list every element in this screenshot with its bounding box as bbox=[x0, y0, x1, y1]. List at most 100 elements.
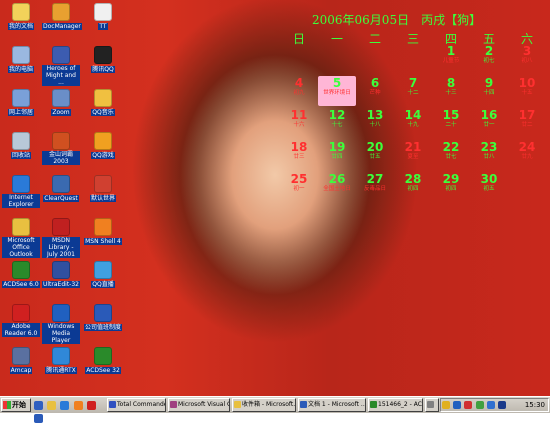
desktop-icon[interactable]: MSDN Library - July 2001 bbox=[42, 218, 80, 258]
calendar-lunar-label: 初八 bbox=[521, 58, 533, 64]
word-quick-icon[interactable] bbox=[34, 414, 43, 423]
calendar-day-number: 17 bbox=[518, 108, 536, 122]
calendar-day[interactable]: 8 十三 bbox=[432, 76, 470, 106]
taskbar-button[interactable]: Microsoft Visual C... bbox=[168, 398, 230, 412]
calendar-day[interactable]: 1 儿童节 bbox=[432, 44, 470, 74]
calendar-day[interactable]: 4 初九 bbox=[280, 76, 318, 106]
calendar-day[interactable]: 18 廿三 bbox=[280, 140, 318, 170]
calendar-day[interactable]: 19 廿四 bbox=[318, 140, 356, 170]
calendar-lunar-label: 初五 bbox=[483, 186, 495, 192]
calendar-day[interactable]: 30 初五 bbox=[470, 172, 508, 202]
calendar-lunar-label: 初一 bbox=[293, 186, 305, 192]
calendar-day[interactable]: 20 廿五 bbox=[356, 140, 394, 170]
outlook-quick-icon[interactable] bbox=[47, 401, 57, 410]
calendar-day[interactable]: 23 廿八 bbox=[470, 140, 508, 170]
calendar-day[interactable]: 12 十七 bbox=[318, 108, 356, 138]
calendar-day[interactable]: 26 全国土地日 bbox=[318, 172, 356, 202]
media-player-icon bbox=[52, 304, 70, 322]
tray-msn-icon[interactable] bbox=[486, 401, 495, 409]
tray-input-method-icon[interactable] bbox=[498, 401, 507, 409]
calendar-day[interactable]: 29 初四 bbox=[432, 172, 470, 202]
desktop-icon[interactable]: MSN Shell 4 bbox=[84, 218, 122, 245]
taskbar-button[interactable]: 151466_2 - ACDS... bbox=[368, 398, 423, 412]
desktop-icon[interactable]: 腾讯QQ bbox=[84, 46, 122, 73]
desktop-icon[interactable]: ClearQuest bbox=[42, 175, 80, 202]
calendar-day-number: 3 bbox=[522, 44, 532, 58]
desktop-icon[interactable]: ACDSee 32 bbox=[84, 347, 122, 374]
calendar-day[interactable]: 28 初四 bbox=[394, 172, 432, 202]
calendar-day[interactable]: 14 十九 bbox=[394, 108, 432, 138]
tray-volume-icon[interactable] bbox=[475, 401, 484, 409]
calendar-day-number: 26 bbox=[328, 172, 346, 186]
calendar-day[interactable]: 7 十二 bbox=[394, 76, 432, 106]
desktop-icon-label: Windows Media Player bbox=[42, 323, 80, 344]
desktop-icon[interactable]: TT bbox=[84, 3, 122, 30]
tray-qq-icon[interactable] bbox=[442, 401, 450, 409]
qq-game-icon bbox=[94, 132, 112, 150]
calendar-day[interactable]: 10 十五 bbox=[508, 76, 546, 106]
calendar-day-number: 28 bbox=[404, 172, 422, 186]
calendar-day[interactable]: 17 廿二 bbox=[508, 108, 546, 138]
calendar-day-number: 11 bbox=[290, 108, 308, 122]
desktop-icon[interactable]: 回收站 bbox=[2, 132, 40, 159]
desktop-icon[interactable]: Amcap bbox=[2, 347, 40, 374]
desktop-icon[interactable]: 网上邻居 bbox=[2, 89, 40, 116]
desktop-icon[interactable]: 我的电脑 bbox=[2, 46, 40, 73]
desktop-icon[interactable]: Internet Explorer bbox=[2, 175, 40, 208]
calendar-weekday: 日 bbox=[292, 32, 305, 46]
calendar-day[interactable]: 27 反毒品日 bbox=[356, 172, 394, 202]
desktop-icon[interactable]: 公司值班制度 bbox=[84, 304, 122, 331]
calendar-weekday: 一 bbox=[330, 32, 343, 46]
show-desktop-icon[interactable] bbox=[34, 401, 43, 410]
calendar-day[interactable]: 2 初七 bbox=[470, 44, 508, 74]
desktop-icon[interactable]: QQ游戏 bbox=[84, 132, 122, 159]
desktop-icon[interactable]: 我的文档 bbox=[2, 3, 40, 30]
desktop-icon[interactable]: UltraEdit-32 bbox=[42, 261, 80, 288]
calendar-day-number: 8 bbox=[446, 76, 456, 90]
calendar-day[interactable]: 6 芒种 bbox=[356, 76, 394, 106]
taskbar-button[interactable]: 文档 1 - Microsoft ... bbox=[298, 398, 366, 412]
calendar-lunar-label: 初七 bbox=[483, 58, 495, 64]
taskbar-button[interactable]: Total Commander... bbox=[107, 398, 166, 412]
firefox-quick-icon[interactable] bbox=[73, 401, 83, 410]
tray-antivirus-icon[interactable] bbox=[464, 401, 473, 409]
tray-network-icon[interactable] bbox=[453, 401, 462, 409]
desktop-icon[interactable]: Zoom bbox=[42, 89, 80, 116]
calendar-day[interactable]: 22 廿七 bbox=[432, 140, 470, 170]
calendar-day[interactable]: 3 初八 bbox=[508, 44, 546, 74]
ie-quick-icon[interactable] bbox=[60, 401, 70, 410]
calendar-lunar-label: 夏至 bbox=[407, 154, 419, 160]
desktop-icon-label: Adobe Reader 6.0 bbox=[2, 323, 40, 337]
start-button[interactable]: 开始 bbox=[1, 398, 31, 412]
calendar-day[interactable]: 21 夏至 bbox=[394, 140, 432, 170]
desktop-icon[interactable]: Adobe Reader 6.0 bbox=[2, 304, 40, 337]
desktop-icon[interactable]: Heroes of Might and ... bbox=[42, 46, 80, 86]
calendar-day[interactable]: 16 廿一 bbox=[470, 108, 508, 138]
calendar-day-today[interactable]: 5 世界环境日 bbox=[318, 76, 356, 106]
calendar-day-number: 13 bbox=[366, 108, 384, 122]
calendar-lunar-label: 初九 bbox=[293, 90, 305, 96]
desktop-icon[interactable]: DocManager bbox=[42, 3, 82, 30]
calendar-day[interactable]: 13 十八 bbox=[356, 108, 394, 138]
calendar-day-number: 9 bbox=[484, 76, 494, 90]
desktop-icon[interactable]: ACDSee 6.0 bbox=[2, 261, 40, 288]
calendar-day[interactable]: 11 十六 bbox=[280, 108, 318, 138]
desktop-icon[interactable]: QQ直播 bbox=[84, 261, 122, 288]
desktop-icon[interactable]: Windows Media Player bbox=[42, 304, 80, 344]
desktop-icon[interactable]: 默认世界 bbox=[84, 175, 122, 202]
calendar-lunar-label: 十七 bbox=[331, 122, 343, 128]
media-quick-icon[interactable] bbox=[86, 401, 96, 410]
calendar-day-number: 27 bbox=[366, 172, 384, 186]
calendar-day[interactable]: 9 十四 bbox=[470, 76, 508, 106]
calendar-lunar-label: 廿七 bbox=[445, 154, 457, 160]
taskbar-button[interactable] bbox=[425, 398, 439, 412]
taskbar-button[interactable]: 收件箱 - Microsoft... bbox=[232, 398, 296, 412]
calendar-day[interactable]: 24 廿九 bbox=[508, 140, 546, 170]
desktop-icon[interactable]: QQ音乐 bbox=[84, 89, 122, 116]
desktop-icon[interactable]: 金山词霸2003 bbox=[42, 132, 80, 165]
desktop-icon[interactable]: Microsoft Office Outlook bbox=[2, 218, 40, 258]
desktop-icon[interactable]: 腾讯通RTX bbox=[42, 347, 80, 374]
calendar-day[interactable]: 25 初一 bbox=[280, 172, 318, 202]
taskbar-clock[interactable]: 15:30 bbox=[525, 401, 545, 409]
calendar-day[interactable]: 15 二十 bbox=[432, 108, 470, 138]
